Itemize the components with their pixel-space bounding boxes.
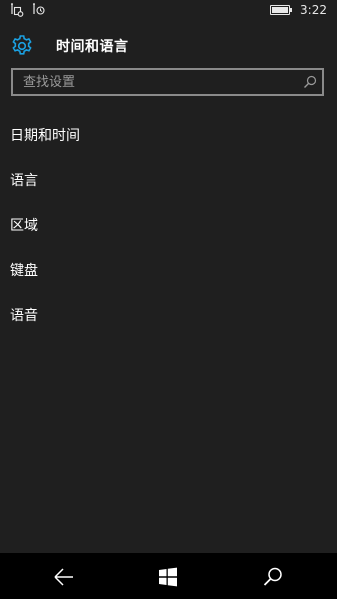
gear-icon (10, 34, 34, 58)
search-icon[interactable] (303, 75, 317, 89)
status-indicators: 3:22 (270, 3, 327, 17)
list-item-language[interactable]: 语言 (0, 157, 337, 202)
back-icon[interactable] (52, 565, 76, 589)
settings-screen: 3:22 时间和语言 日期和时间 语言 区域 键盘 语音 (0, 0, 337, 599)
list-item-region[interactable]: 区域 (0, 202, 337, 247)
list-item-date-time[interactable]: 日期和时间 (0, 112, 337, 157)
notification-app-icon (10, 3, 24, 17)
battery-level (272, 7, 289, 13)
windows-start-icon[interactable] (156, 565, 180, 589)
page-title: 时间和语言 (56, 39, 129, 55)
list-item-speech[interactable]: 语音 (0, 292, 337, 337)
battery-icon (270, 5, 293, 15)
settings-list: 日期和时间 语言 区域 键盘 语音 (0, 112, 337, 337)
notification-alarm-icon (32, 3, 46, 17)
status-bar: 3:22 (0, 0, 337, 22)
status-notifications (10, 3, 46, 17)
search-input[interactable] (23, 72, 293, 92)
list-item-keyboard[interactable]: 键盘 (0, 247, 337, 292)
clock: 3:22 (300, 3, 327, 17)
search-icon[interactable] (261, 565, 285, 589)
navigation-bar (0, 553, 337, 599)
search-box[interactable] (11, 68, 324, 96)
page-header: 时间和语言 (10, 33, 129, 59)
